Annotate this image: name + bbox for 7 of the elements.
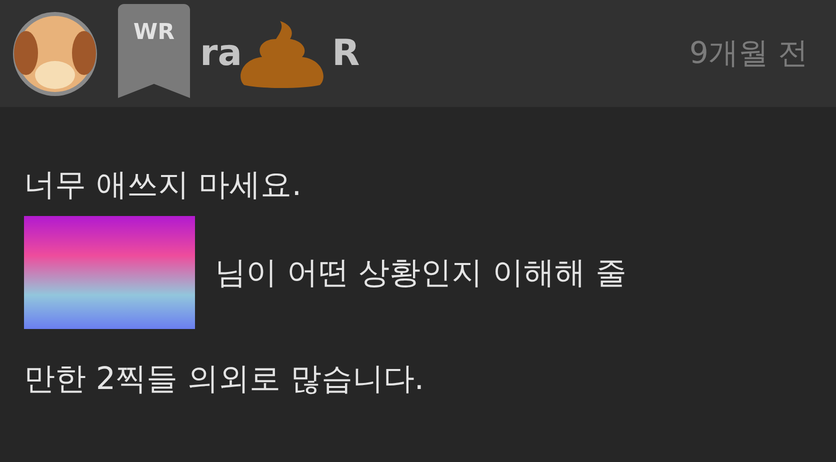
- timestamp: 9개월 전: [689, 35, 808, 73]
- author-name[interactable]: ra: [200, 33, 242, 74]
- comment-text: 만한 2찍들 의외로 많습니다.: [24, 360, 426, 397]
- author-name[interactable]: R: [332, 33, 360, 74]
- comment-text: 님이 어떤 상황인지 이해해 줄: [215, 254, 626, 292]
- comment-text: 너무 애쓰지 마세요.: [24, 166, 303, 203]
- level-badge: WR: [118, 4, 190, 98]
